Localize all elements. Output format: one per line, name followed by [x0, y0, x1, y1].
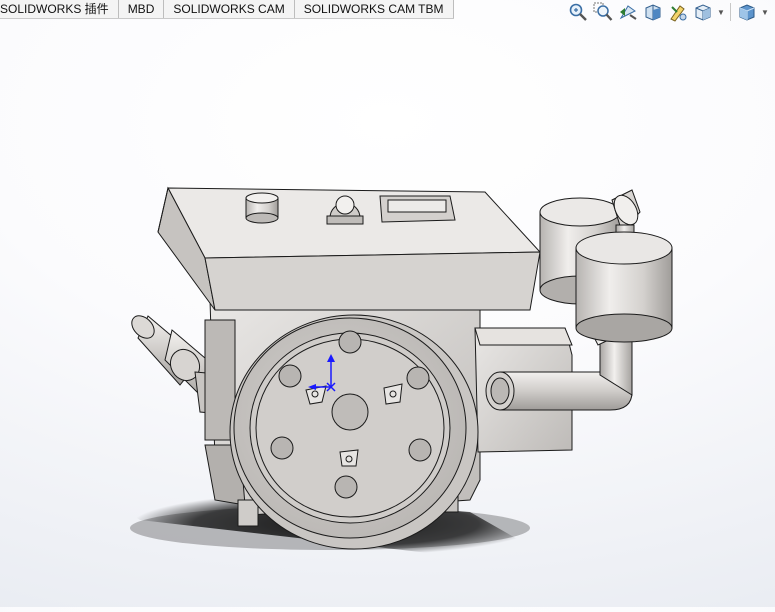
- view-orientation-dropdown-icon[interactable]: ▼: [717, 1, 725, 23]
- tab-solidworks-cam-tbm[interactable]: SOLIDWORKS CAM TBM: [294, 0, 454, 18]
- previous-view-icon[interactable]: [617, 1, 639, 23]
- head-details: [245, 192, 456, 225]
- flywheel: [229, 314, 479, 550]
- toolbar-separator: [730, 3, 731, 21]
- engine-model: [130, 186, 673, 556]
- heads-up-view-toolbar: ▼ ▼: [567, 1, 769, 23]
- display-style-dropdown-icon[interactable]: ▼: [761, 1, 769, 23]
- dynamic-annotation-icon[interactable]: [667, 1, 689, 23]
- section-view-icon[interactable]: [642, 1, 664, 23]
- tab-solidworks-addins[interactable]: SOLIDWORKS 插件: [0, 0, 119, 18]
- command-manager-tabs: SOLIDWORKS 插件 MBD SOLIDWORKS CAM SOLIDWO…: [0, 0, 454, 19]
- tab-mbd[interactable]: MBD: [118, 0, 165, 18]
- zoom-to-area-icon[interactable]: [592, 1, 614, 23]
- graphics-area[interactable]: [0, 22, 775, 607]
- zoom-to-fit-icon[interactable]: [567, 1, 589, 23]
- muffler-front: [575, 231, 673, 343]
- tab-solidworks-cam[interactable]: SOLIDWORKS CAM: [164, 0, 295, 18]
- display-style-icon[interactable]: [736, 1, 758, 23]
- view-orientation-icon[interactable]: [692, 1, 714, 23]
